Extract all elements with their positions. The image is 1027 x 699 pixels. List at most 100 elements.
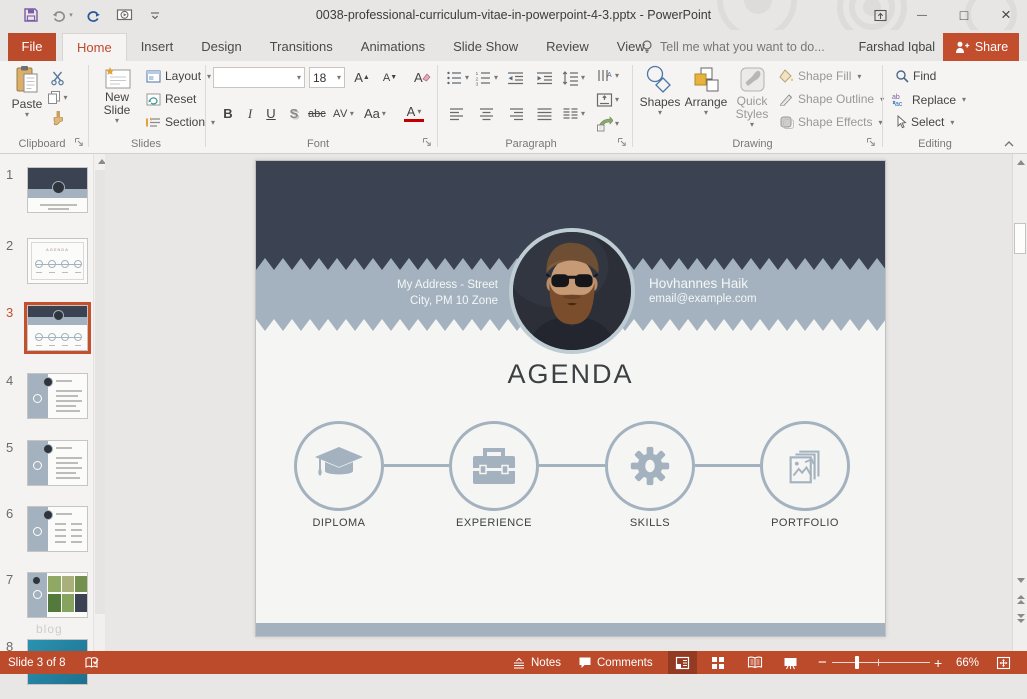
tab-slide-show[interactable]: Slide Show: [439, 33, 532, 61]
zoom-slider-track[interactable]: [832, 662, 930, 663]
bold-button[interactable]: B: [218, 103, 238, 124]
slide-thumbnail-1[interactable]: 1: [0, 167, 93, 227]
align-right-icon[interactable]: [504, 103, 527, 124]
slide-thumbnail-7[interactable]: 7blog: [0, 572, 93, 632]
slide-thumbnail-2[interactable]: 2AGENDA: [0, 238, 93, 298]
graduation-cap-icon[interactable]: [294, 421, 384, 511]
zoom-level[interactable]: 66%: [956, 651, 979, 674]
change-case-button[interactable]: Aa: [362, 103, 388, 124]
thumbnail-preview[interactable]: [27, 373, 88, 419]
shapes-button[interactable]: Shapes: [638, 65, 682, 116]
close-button[interactable]: [985, 0, 1027, 30]
paste-button[interactable]: Paste: [10, 65, 44, 118]
fit-to-window-icon[interactable]: [986, 651, 1020, 674]
bullets-icon[interactable]: [446, 67, 469, 88]
thumbnail-preview[interactable]: [27, 506, 88, 552]
address-textbox[interactable]: My Address - Street City, PM 10 Zone: [397, 277, 498, 309]
increase-indent-icon[interactable]: [533, 67, 556, 88]
vertical-scrollbar[interactable]: [1012, 154, 1027, 651]
slide-thumbnail-5[interactable]: 5: [0, 440, 93, 500]
agenda-label[interactable]: DIPLOMA: [269, 517, 409, 529]
italic-button[interactable]: I: [240, 103, 260, 124]
tab-insert[interactable]: Insert: [127, 33, 188, 61]
tab-design[interactable]: Design: [187, 33, 255, 61]
arrange-button[interactable]: Arrange: [684, 65, 728, 116]
minimize-button[interactable]: [901, 0, 943, 30]
thumbnail-scrollbar-thumb[interactable]: [95, 170, 105, 614]
paragraph-dialog-launcher-icon[interactable]: [617, 137, 629, 149]
thumbnail-scrollbar[interactable]: [93, 154, 105, 651]
user-name[interactable]: Farshad Iqbal: [859, 33, 935, 61]
collapse-ribbon-icon[interactable]: [1003, 140, 1015, 148]
grow-font-button[interactable]: A▲: [352, 67, 372, 88]
scroll-down-icon[interactable]: [1014, 573, 1027, 588]
strikethrough-button[interactable]: abc: [306, 103, 328, 124]
columns-icon[interactable]: [562, 103, 585, 124]
thumbnail-preview[interactable]: [27, 305, 88, 351]
scrollbar-thumb[interactable]: [1014, 223, 1026, 254]
agenda-label[interactable]: SKILLS: [580, 517, 720, 529]
tab-review[interactable]: Review: [532, 33, 603, 61]
text-direction-icon[interactable]: A: [596, 65, 619, 86]
align-left-icon[interactable]: [446, 103, 469, 124]
font-color-button[interactable]: A: [404, 103, 424, 122]
agenda-label[interactable]: EXPERIENCE: [424, 517, 564, 529]
slide-footer-bar[interactable]: [256, 623, 886, 636]
slide-sorter-view-icon[interactable]: [703, 651, 732, 674]
previous-slide-icon[interactable]: [1014, 592, 1027, 607]
tab-animations[interactable]: Animations: [347, 33, 439, 61]
font-name-combobox[interactable]: ▾: [213, 67, 305, 88]
slide-thumbnail-3[interactable]: 3: [0, 305, 93, 365]
reset-button[interactable]: Reset: [146, 92, 196, 106]
tell-me-box[interactable]: Tell me what you want to do...: [640, 33, 825, 61]
agenda-label[interactable]: PORTFOLIO: [735, 517, 875, 529]
normal-view-icon[interactable]: [668, 651, 697, 674]
shape-fill-button[interactable]: Shape Fill: [779, 69, 861, 83]
slide-thumbnail-6[interactable]: 6: [0, 506, 93, 566]
cut-icon[interactable]: [46, 67, 69, 88]
smartart-icon[interactable]: [596, 113, 619, 134]
drawing-dialog-launcher-icon[interactable]: [866, 137, 878, 149]
zoom-in-icon[interactable]: +: [934, 651, 942, 674]
slide-show-icon[interactable]: [776, 651, 805, 674]
justify-icon[interactable]: [533, 103, 556, 124]
clear-formatting-button[interactable]: A: [412, 67, 433, 88]
line-spacing-icon[interactable]: [562, 67, 585, 88]
reading-view-icon[interactable]: [740, 651, 769, 674]
thumbnail-preview[interactable]: AGENDA: [27, 238, 88, 284]
tab-home[interactable]: Home: [62, 33, 127, 61]
new-slide-button[interactable]: New Slide: [96, 65, 138, 124]
numbering-icon[interactable]: 123: [475, 67, 498, 88]
scroll-up-icon[interactable]: [1014, 155, 1027, 170]
thumbnail-preview[interactable]: [27, 572, 88, 618]
shape-outline-button[interactable]: Shape Outline: [779, 92, 884, 106]
slide-thumbnail-4[interactable]: 4: [0, 373, 93, 433]
font-dialog-launcher-icon[interactable]: [422, 137, 434, 149]
copy-icon[interactable]: [46, 87, 69, 108]
format-painter-icon[interactable]: [46, 107, 69, 128]
photo-stack-icon[interactable]: [760, 421, 850, 511]
align-text-icon[interactable]: [596, 89, 619, 110]
layout-button[interactable]: Layout: [146, 69, 211, 83]
slide-indicator[interactable]: Slide 3 of 8: [8, 651, 66, 674]
find-button[interactable]: Find: [895, 69, 936, 83]
replace-button[interactable]: abac Replace: [891, 92, 966, 107]
person-textbox[interactable]: Hovhannes Haik email@example.com: [649, 275, 757, 307]
zoom-slider-handle[interactable]: [855, 656, 859, 669]
font-size-combobox[interactable]: 18▾: [309, 67, 345, 88]
shape-effects-button[interactable]: Shape Effects: [779, 115, 883, 129]
align-center-icon[interactable]: [475, 103, 498, 124]
clipboard-dialog-launcher-icon[interactable]: [74, 137, 86, 149]
spell-check-icon[interactable]: [84, 651, 99, 674]
underline-button[interactable]: U: [261, 103, 281, 124]
tab-file[interactable]: File: [8, 33, 56, 61]
decrease-indent-icon[interactable]: [504, 67, 527, 88]
thumbnail-preview[interactable]: [27, 167, 88, 213]
briefcase-icon[interactable]: [449, 421, 539, 511]
shrink-font-button[interactable]: A▼: [380, 67, 400, 88]
tab-transitions[interactable]: Transitions: [256, 33, 347, 61]
gear-icon[interactable]: [605, 421, 695, 511]
zoom-out-icon[interactable]: −: [818, 651, 827, 674]
maximize-button[interactable]: [943, 0, 985, 30]
slide-editor[interactable]: My Address - Street City, PM 10 Zone Hov…: [255, 160, 886, 637]
